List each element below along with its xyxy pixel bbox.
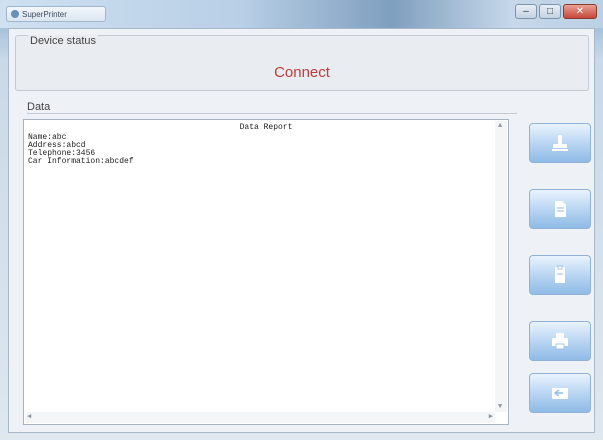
data-label: Data bbox=[27, 101, 51, 113]
data-divider bbox=[27, 113, 517, 114]
stamp-icon bbox=[552, 135, 568, 151]
document-icon bbox=[555, 265, 565, 283]
scroll-left-icon[interactable]: ◀ bbox=[27, 413, 31, 421]
scroll-up-icon[interactable]: ▲ bbox=[498, 122, 502, 130]
export-icon bbox=[552, 388, 568, 399]
document-button-2[interactable] bbox=[529, 255, 591, 295]
report-line: Car Information:abcdef bbox=[28, 157, 134, 166]
document-button[interactable] bbox=[529, 189, 591, 229]
horizontal-scrollbar[interactable]: ◀ ▶ bbox=[25, 412, 495, 423]
maximize-button[interactable]: □ bbox=[539, 4, 561, 19]
print-button[interactable] bbox=[529, 321, 591, 361]
device-status-value: Connect bbox=[274, 64, 330, 81]
vertical-scrollbar[interactable]: ▲ ▼ bbox=[495, 121, 507, 412]
stamp-button[interactable] bbox=[529, 123, 591, 163]
device-status-label: Device status bbox=[28, 35, 99, 47]
minimize-button[interactable]: – bbox=[515, 4, 537, 19]
report-lines: Name:abc Address:abcd Telephone:3456 Car… bbox=[28, 134, 134, 166]
caption-buttons: – □ ✕ bbox=[515, 4, 597, 19]
export-button[interactable] bbox=[529, 373, 591, 413]
close-button[interactable]: ✕ bbox=[563, 4, 597, 19]
title-bar[interactable]: SuperPrinter – □ ✕ bbox=[0, 0, 603, 28]
report-title: Data Report bbox=[239, 123, 293, 132]
scroll-right-icon[interactable]: ▶ bbox=[489, 413, 493, 421]
client-area: Device status Connect Data Data Report N… bbox=[8, 28, 595, 433]
device-status-group: Device status Connect bbox=[15, 35, 589, 91]
scroll-down-icon[interactable]: ▼ bbox=[498, 403, 502, 411]
app-window: SuperPrinter – □ ✕ Device status Connect… bbox=[0, 0, 603, 440]
document-icon bbox=[555, 201, 566, 217]
window-title-tab: SuperPrinter bbox=[6, 6, 106, 22]
app-icon bbox=[11, 10, 19, 18]
window-title: SuperPrinter bbox=[22, 9, 67, 19]
data-textarea[interactable]: Data Report Name:abc Address:abcd Teleph… bbox=[23, 119, 509, 425]
printer-icon bbox=[552, 333, 568, 350]
